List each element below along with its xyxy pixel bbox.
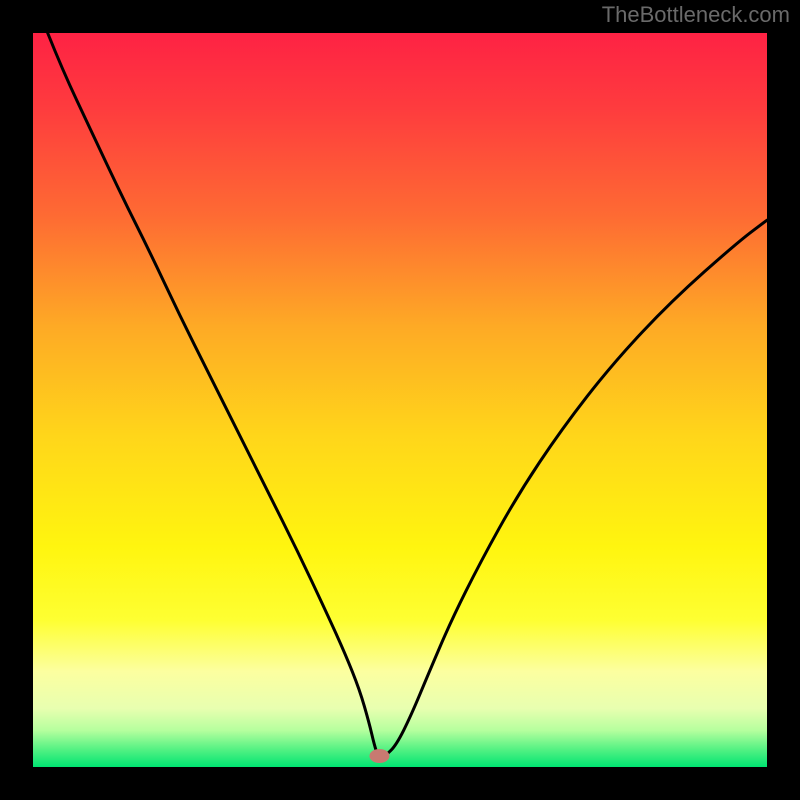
watermark-text: TheBottleneck.com bbox=[602, 2, 790, 28]
chart-plot-area bbox=[33, 33, 767, 767]
bottleneck-chart bbox=[0, 0, 800, 800]
bottleneck-marker bbox=[369, 749, 389, 763]
